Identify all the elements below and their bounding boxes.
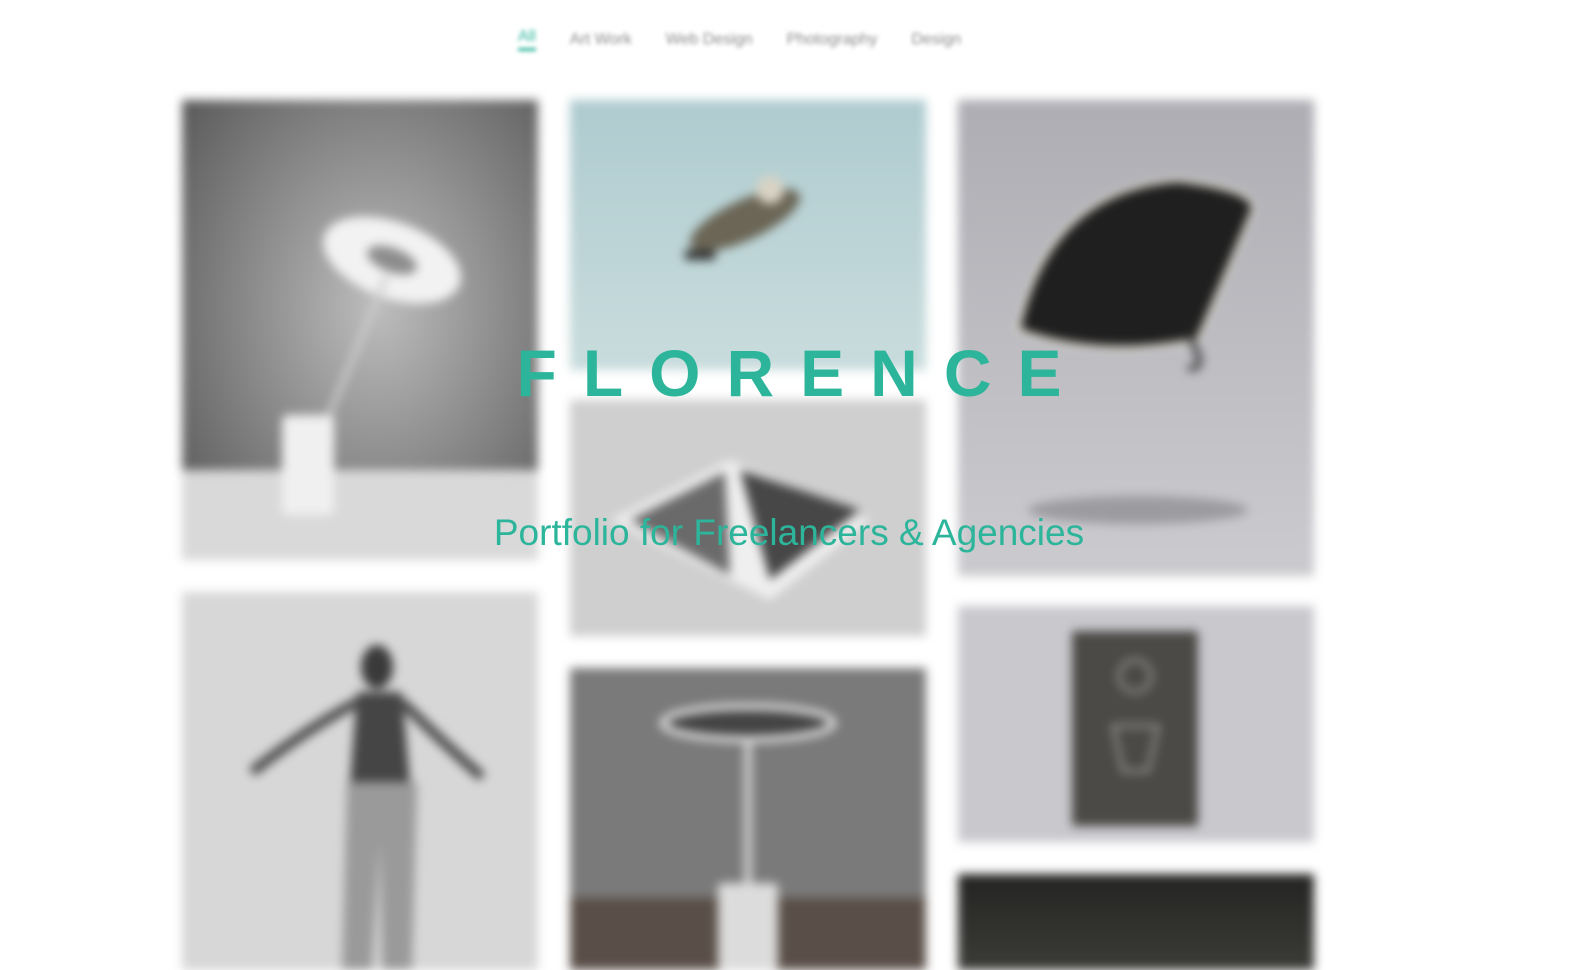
lamp-image [182,100,538,560]
hero-title: FLORENCE [516,336,1088,410]
gallery-item-round-table[interactable] [570,668,926,970]
filter-web-design[interactable]: Web Design [666,31,753,49]
round-table-image [570,668,926,970]
gallery-item-lamp[interactable] [182,100,538,560]
book-cover-image [958,606,1314,842]
filter-photography[interactable]: Photography [787,31,878,49]
dark-image [958,874,1314,970]
gallery-item-book-cover[interactable] [958,606,1314,842]
gallery-item-astronaut[interactable] [570,100,926,370]
dancer-image [182,592,538,970]
filter-design[interactable]: Design [911,31,961,49]
astronaut-image [570,100,926,370]
filter-art-work[interactable]: Art Work [570,31,632,49]
portfolio-filter-nav: All Art Work Web Design Photography Desi… [518,28,961,51]
hero-subtitle: Portfolio for Freelancers & Agencies [493,512,1085,553]
gallery-item-dancer[interactable] [182,592,538,970]
filter-all[interactable]: All [518,28,536,51]
gallery-item-dark[interactable] [958,874,1314,970]
